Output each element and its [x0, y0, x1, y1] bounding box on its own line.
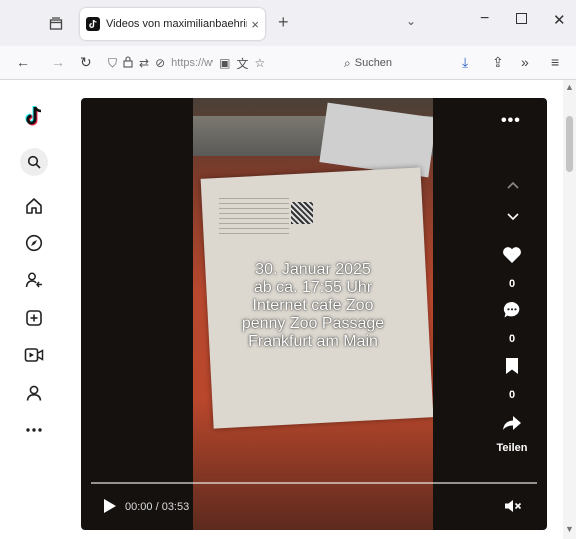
- navigation-toolbar: ← → ↻ ⛉ ⇄ ⊘ https://ww ▣ 文 ☆ ⌕ Suchen ⤓ …: [0, 46, 576, 80]
- share-icon[interactable]: [499, 411, 525, 435]
- like-count: 0: [508, 278, 516, 290]
- video-background-text-lines: [219, 198, 289, 238]
- more-options-icon[interactable]: •••: [501, 112, 521, 130]
- lock-icon[interactable]: [123, 55, 133, 71]
- live-icon[interactable]: [22, 343, 46, 367]
- url-bar[interactable]: ⛉ ⇄ ⊘ https://ww ▣ 文 ☆: [108, 51, 330, 75]
- video-background-paper: [319, 102, 433, 178]
- caption-line: ab ca. 17:55 Uhr: [253, 279, 373, 296]
- explore-icon[interactable]: [22, 231, 46, 255]
- caption-line: Internet cafe Zoo: [252, 297, 374, 314]
- active-tab[interactable]: Videos von maximilianbaehring ×: [80, 8, 265, 40]
- scroll-down-icon[interactable]: ▼: [565, 524, 574, 534]
- comment-icon[interactable]: [499, 298, 525, 322]
- mute-icon[interactable]: [502, 496, 524, 516]
- bookmark-count: 0: [508, 389, 516, 401]
- upload-icon[interactable]: [22, 306, 46, 330]
- tab-list-icon[interactable]: [46, 14, 66, 34]
- close-window-button[interactable]: ✕: [553, 11, 566, 29]
- tab-title: Videos von maximilianbaehring: [106, 18, 248, 30]
- scrollbar-thumb[interactable]: [566, 116, 573, 172]
- following-icon[interactable]: [22, 268, 46, 292]
- progress-bar[interactable]: [91, 482, 537, 484]
- video-caption: 30. Januar 2025 ab ca. 17:55 Uhr Interne…: [193, 261, 433, 351]
- search-input[interactable]: ⌕ Suchen: [340, 51, 448, 75]
- downloads-icon[interactable]: ⤓: [462, 54, 468, 71]
- comment-count: 0: [508, 333, 516, 345]
- caption-line: Frankfurt am Main: [248, 333, 378, 350]
- scroll-up-icon[interactable]: ▲: [565, 82, 574, 92]
- home-icon[interactable]: [22, 194, 46, 218]
- sidebar: [0, 80, 66, 539]
- page-scrollbar[interactable]: ▲ ▼: [563, 80, 576, 539]
- like-heart-icon[interactable]: [499, 243, 525, 267]
- new-tab-button[interactable]: +: [278, 12, 289, 33]
- video-background-qr: [291, 202, 313, 224]
- list-all-tabs-icon[interactable]: ⌄: [406, 14, 416, 28]
- tab-close-icon[interactable]: ×: [251, 17, 259, 32]
- more-icon[interactable]: [22, 418, 46, 442]
- menu-icon[interactable]: ≡: [551, 54, 559, 70]
- search-icon[interactable]: [20, 148, 48, 176]
- overflow-chevron-icon[interactable]: »: [521, 54, 529, 70]
- autoplay-blocked-icon[interactable]: ⊘: [155, 56, 165, 70]
- playback-time: 00:00 / 03:53: [125, 501, 190, 513]
- minimize-button[interactable]: −: [480, 10, 489, 28]
- tab-strip: Videos von maximilianbaehring × + ⌄ − ✕: [0, 0, 576, 46]
- permissions-icon[interactable]: ⇄: [139, 56, 149, 70]
- search-placeholder: Suchen: [354, 57, 393, 69]
- video-player[interactable]: 30. Januar 2025 ab ca. 17:55 Uhr Interne…: [81, 98, 547, 530]
- profile-icon[interactable]: [22, 381, 46, 405]
- reload-icon[interactable]: ↻: [80, 54, 92, 71]
- translate-icon[interactable]: 文: [236, 55, 248, 72]
- url-text[interactable]: https://ww: [171, 57, 213, 69]
- tiktok-logo-icon[interactable]: [22, 104, 46, 128]
- play-icon[interactable]: [101, 497, 119, 515]
- shield-icon[interactable]: ⛉: [108, 56, 117, 71]
- forward-icon[interactable]: →: [51, 54, 65, 70]
- search-icon: ⌕: [344, 55, 351, 70]
- maximize-button[interactable]: [516, 13, 527, 24]
- share-label[interactable]: Teilen: [489, 442, 535, 454]
- reader-view-icon[interactable]: ▣: [219, 56, 230, 70]
- previous-video-icon[interactable]: [502, 174, 524, 196]
- share-page-icon[interactable]: ⇪: [492, 54, 504, 71]
- tiktok-favicon-icon: [86, 17, 100, 31]
- back-icon[interactable]: ←: [16, 54, 30, 70]
- bookmark-star-icon[interactable]: ☆: [255, 56, 266, 70]
- next-video-icon[interactable]: [502, 206, 524, 228]
- bookmark-icon[interactable]: [499, 354, 525, 378]
- caption-line: penny Zoo Passage: [241, 315, 385, 332]
- caption-line: 30. Januar 2025: [255, 261, 371, 278]
